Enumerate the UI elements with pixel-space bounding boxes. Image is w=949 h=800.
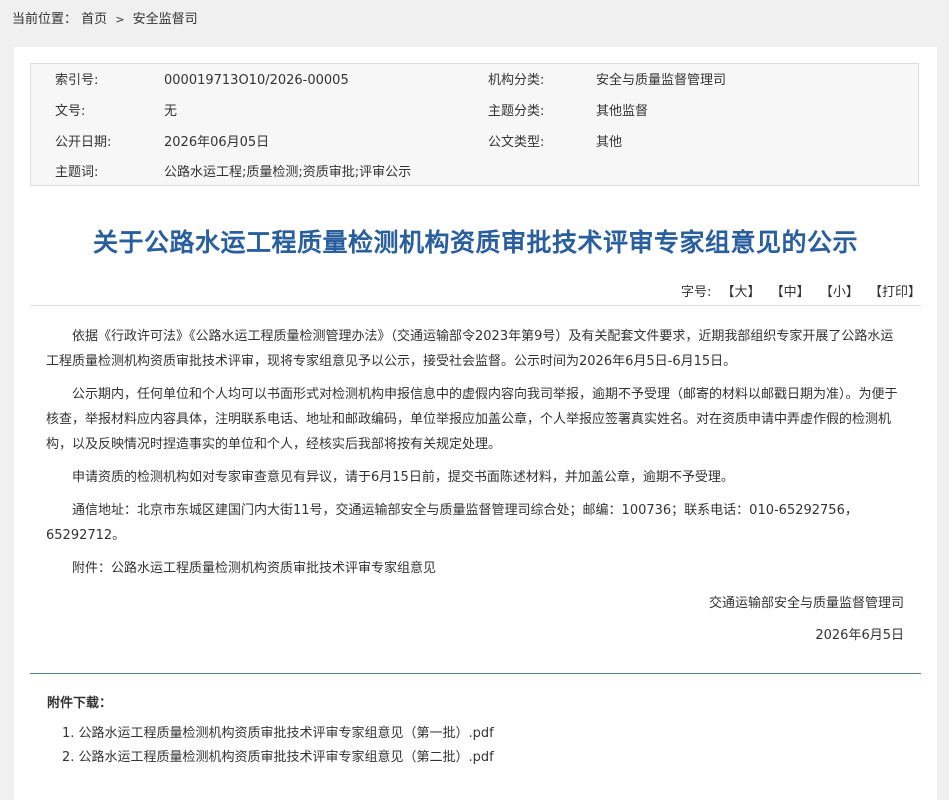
topic-label: 主题分类: [488, 104, 545, 119]
topic-value: 其他监督 [596, 104, 649, 119]
breadcrumb-home-link[interactable]: 首页 [81, 12, 107, 27]
signature-org: 交通运输部安全与质量监督管理司 [708, 596, 904, 611]
date-value: 2026年06月05日 [164, 135, 270, 150]
font-size-label: 字号: [680, 285, 712, 300]
body-paragraph-objection: 申请资质的检测机构如对专家审查意见有异议，请于6月15日前，提交书面陈述材料，并… [72, 470, 734, 485]
date-label: 公开日期: [55, 135, 112, 150]
org-label: 机构分类: [488, 73, 545, 88]
type-value: 其他 [596, 135, 623, 150]
body-paragraph-attachment: 附件：公路水运工程质量检测机构资质审批技术评审专家组意见 [72, 561, 437, 576]
font-medium-button[interactable]: 【中】 [771, 285, 810, 300]
print-button[interactable]: 【打印】 [869, 285, 921, 300]
document-metadata-table: 索引号: 000019713O10/2026-00005 机构分类: 安全与质量… [30, 63, 919, 186]
index-label: 索引号: [55, 73, 99, 88]
keywords-label: 主题词: [55, 165, 99, 180]
attachment-link-batch-1[interactable]: 1. 公路水运工程质量检测机构资质审批技术评审专家组意见（第一批）.pdf [62, 724, 494, 744]
docno-label: 文号: [55, 104, 86, 119]
body-paragraph-contact: 通信地址：北京市东城区建国门内大街11号，交通运输部安全与质量监督管理司综合处；… [46, 503, 858, 543]
breadcrumb: 当前位置： 首页 > 安全监督司 [12, 11, 198, 29]
font-large-button[interactable]: 【大】 [722, 285, 761, 300]
docno-value: 无 [164, 104, 178, 119]
signature-date: 2026年6月5日 [815, 628, 904, 643]
font-small-button[interactable]: 【小】 [820, 285, 859, 300]
breadcrumb-label: 当前位置： [12, 12, 78, 27]
attachments-divider [30, 673, 921, 674]
attachments-list: 1. 公路水运工程质量检测机构资质审批技术评审专家组意见（第一批）.pdf 2.… [62, 724, 494, 772]
article-card: 索引号: 000019713O10/2026-00005 机构分类: 安全与质量… [14, 47, 937, 800]
body-paragraph-reporting: 公示期内，任何单位和个人均可以书面形式对检测机构申报信息中的虚假内容向我司举报，… [46, 387, 898, 452]
attachment-link-batch-2[interactable]: 2. 公路水运工程质量检测机构资质审批技术评审专家组意见（第二批）.pdf [62, 748, 494, 768]
attachments-title: 附件下载： [47, 696, 113, 711]
page-title: 关于公路水运工程质量检测机构资质审批技术评审专家组意见的公示 [92, 228, 858, 257]
keywords-value: 公路水运工程;质量检测;资质审批;评审公示 [164, 165, 412, 180]
font-size-controls: 字号: 【大】 【中】 【小】 【打印】 [681, 284, 921, 302]
body-paragraph-basis: 依据《行政许可法》《公路水运工程质量检测管理办法》（交通运输部令2023年第9号… [46, 329, 894, 369]
type-label: 公文类型: [488, 135, 545, 150]
org-value: 安全与质量监督管理司 [596, 73, 727, 88]
breadcrumb-current-link[interactable]: 安全监督司 [133, 12, 198, 27]
breadcrumb-separator: > [115, 13, 125, 26]
index-value: 000019713O10/2026-00005 [164, 73, 349, 88]
article-body: 依据《行政许可法》《公路水运工程质量检测管理办法》（交通运输部令2023年第9号… [46, 324, 906, 589]
title-divider [30, 305, 921, 306]
